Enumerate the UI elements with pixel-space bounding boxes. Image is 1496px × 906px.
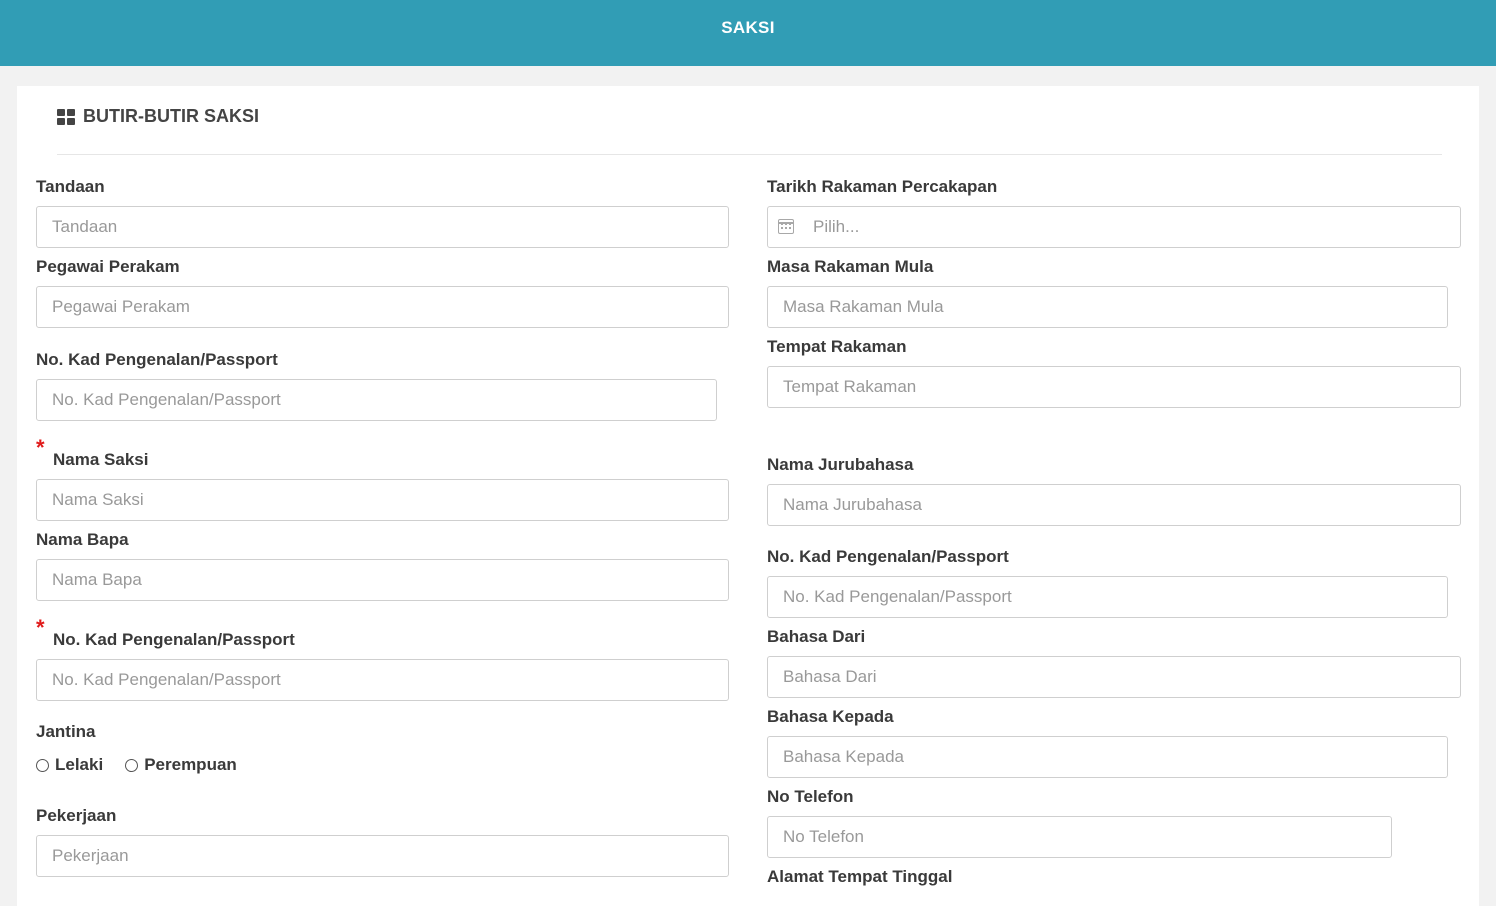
tempat-label: Tempat Rakaman xyxy=(767,337,907,356)
nama-saksi-input[interactable] xyxy=(36,479,729,521)
telefon-input[interactable] xyxy=(767,816,1392,858)
jantina-radio-group: Lelaki Perempuan xyxy=(36,755,259,775)
section-divider xyxy=(57,154,1442,155)
grid-icon xyxy=(57,108,75,125)
required-marker: * xyxy=(36,615,45,640)
nama-saksi-label: Nama Saksi xyxy=(53,450,149,469)
page-header: SAKSI xyxy=(0,0,1496,66)
pegawai-perakam-label: Pegawai Perakam xyxy=(36,257,180,276)
no-kad-jurubahasa-input[interactable] xyxy=(767,576,1448,618)
jurubahasa-input[interactable] xyxy=(767,484,1461,526)
pekerjaan-input[interactable] xyxy=(36,835,729,877)
tandaan-label: Tandaan xyxy=(36,177,105,196)
bahasa-dari-label: Bahasa Dari xyxy=(767,627,866,646)
bahasa-kepada-input[interactable] xyxy=(767,736,1448,778)
telefon-label: No Telefon xyxy=(767,787,854,806)
radio-perempuan[interactable]: Perempuan xyxy=(125,755,237,775)
jurubahasa-label: Nama Jurubahasa xyxy=(767,455,914,474)
no-kad-saksi-input[interactable] xyxy=(36,659,729,701)
no-kad-label: No. Kad Pengenalan/Passport xyxy=(36,350,278,369)
masa-mula-label: Masa Rakaman Mula xyxy=(767,257,934,276)
radio-label: Perempuan xyxy=(144,755,237,774)
tarikh-date-picker[interactable] xyxy=(767,206,1461,248)
pekerjaan-label: Pekerjaan xyxy=(36,806,117,825)
tarikh-label: Tarikh Rakaman Percakapan xyxy=(767,177,998,196)
no-kad-saksi-label: No. Kad Pengenalan/Passport xyxy=(53,630,295,649)
bahasa-dari-input[interactable] xyxy=(767,656,1461,698)
jantina-label: Jantina xyxy=(36,722,96,741)
nama-bapa-label: Nama Bapa xyxy=(36,530,129,549)
tempat-input[interactable] xyxy=(767,366,1461,408)
page-title: SAKSI xyxy=(721,18,775,37)
no-kad-jurubahasa-label: No. Kad Pengenalan/Passport xyxy=(767,547,1009,566)
section-header: BUTIR-BUTIR SAKSI xyxy=(57,106,259,127)
no-kad-input[interactable] xyxy=(36,379,717,421)
pegawai-perakam-input[interactable] xyxy=(36,286,729,328)
nama-bapa-input[interactable] xyxy=(36,559,729,601)
calendar-icon xyxy=(778,219,794,234)
bahasa-kepada-label: Bahasa Kepada xyxy=(767,707,894,726)
masa-mula-input[interactable] xyxy=(767,286,1448,328)
radio-button[interactable] xyxy=(36,758,49,772)
radio-lelaki[interactable]: Lelaki xyxy=(36,755,103,775)
section-title: BUTIR-BUTIR SAKSI xyxy=(83,106,259,126)
radio-label: Lelaki xyxy=(55,755,104,774)
tandaan-input[interactable] xyxy=(36,206,729,248)
alamat-label: Alamat Tempat Tinggal xyxy=(767,867,953,886)
required-marker: * xyxy=(36,435,45,460)
radio-button[interactable] xyxy=(125,758,139,772)
